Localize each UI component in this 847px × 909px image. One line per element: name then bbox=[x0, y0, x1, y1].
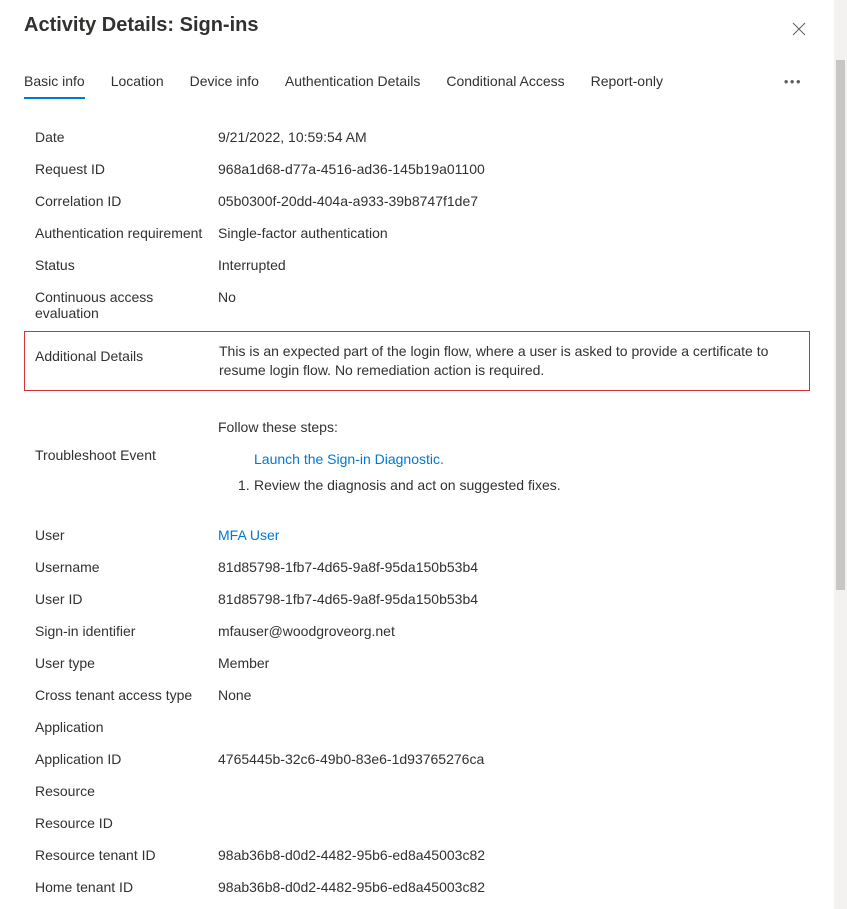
value-date: 9/21/2022, 10:59:54 AM bbox=[218, 129, 810, 145]
row-date: Date 9/21/2022, 10:59:54 AM bbox=[35, 123, 810, 155]
details-panel: Date 9/21/2022, 10:59:54 AM Request ID 9… bbox=[24, 123, 810, 909]
label-application: Application bbox=[35, 719, 218, 735]
label-resource: Resource bbox=[35, 783, 218, 799]
label-application-id: Application ID bbox=[35, 751, 218, 767]
close-button[interactable] bbox=[788, 18, 810, 43]
tab-basic-info[interactable]: Basic info bbox=[24, 73, 85, 99]
row-user-type: User type Member bbox=[35, 649, 810, 681]
row-correlation-id: Correlation ID 05b0300f-20dd-404a-a933-3… bbox=[35, 187, 810, 219]
label-status: Status bbox=[35, 257, 218, 273]
row-home-tenant-id: Home tenant ID 98ab36b8-d0d2-4482-95b6-e… bbox=[35, 873, 810, 905]
label-user: User bbox=[35, 527, 218, 543]
row-application-id: Application ID 4765445b-32c6-49b0-83e6-1… bbox=[35, 745, 810, 777]
user-link[interactable]: MFA User bbox=[218, 527, 279, 543]
value-signin-identifier: mfauser@woodgroveorg.net bbox=[218, 623, 810, 639]
troubleshoot-step-1: Review the diagnosis and act on suggeste… bbox=[254, 477, 810, 493]
label-cae: Continuous access evaluation bbox=[35, 289, 218, 321]
value-request-id: 968a1d68-d77a-4516-ad36-145b19a01100 bbox=[218, 161, 810, 177]
tab-location[interactable]: Location bbox=[111, 73, 164, 99]
row-username: Username 81d85798-1fb7-4d65-9a8f-95da150… bbox=[35, 553, 810, 585]
row-additional-details: Additional Details This is an expected p… bbox=[24, 331, 810, 391]
value-username: 81d85798-1fb7-4d65-9a8f-95da150b53b4 bbox=[218, 559, 810, 575]
label-request-id: Request ID bbox=[35, 161, 218, 177]
scrollbar-track[interactable] bbox=[834, 0, 847, 909]
label-date: Date bbox=[35, 129, 218, 145]
value-user-type: Member bbox=[218, 655, 810, 671]
label-additional-details: Additional Details bbox=[35, 342, 219, 364]
row-user: User MFA User bbox=[35, 521, 810, 553]
close-icon bbox=[792, 22, 806, 36]
launch-diagnostic-link[interactable]: Launch the Sign-in Diagnostic. bbox=[254, 451, 444, 467]
value-user-id: 81d85798-1fb7-4d65-9a8f-95da150b53b4 bbox=[218, 591, 810, 607]
value-auth-requirement: Single-factor authentication bbox=[218, 225, 810, 241]
row-signin-identifier: Sign-in identifier mfauser@woodgroveorg.… bbox=[35, 617, 810, 649]
label-troubleshoot: Troubleshoot Event bbox=[35, 419, 218, 493]
label-correlation-id: Correlation ID bbox=[35, 193, 218, 209]
row-home-tenant-name: Home tenant name bbox=[35, 905, 810, 909]
label-user-type: User type bbox=[35, 655, 218, 671]
row-status: Status Interrupted bbox=[35, 251, 810, 283]
row-cae: Continuous access evaluation No bbox=[35, 283, 810, 327]
tab-report-only[interactable]: Report-only bbox=[591, 73, 663, 99]
value-cross-tenant: None bbox=[218, 687, 810, 703]
row-user-id: User ID 81d85798-1fb7-4d65-9a8f-95da150b… bbox=[35, 585, 810, 617]
tab-authentication-details[interactable]: Authentication Details bbox=[285, 73, 420, 99]
label-cross-tenant: Cross tenant access type bbox=[35, 687, 218, 703]
row-troubleshoot: Troubleshoot Event Follow these steps: L… bbox=[35, 419, 810, 493]
row-resource: Resource bbox=[35, 777, 810, 809]
label-resource-id: Resource ID bbox=[35, 815, 218, 831]
label-auth-requirement: Authentication requirement bbox=[35, 225, 218, 241]
value-resource-tenant-id: 98ab36b8-d0d2-4482-95b6-ed8a45003c82 bbox=[218, 847, 810, 863]
label-signin-identifier: Sign-in identifier bbox=[35, 623, 218, 639]
more-actions-button[interactable]: ••• bbox=[780, 74, 806, 97]
label-home-tenant-id: Home tenant ID bbox=[35, 879, 218, 895]
page-title: Activity Details: Sign-ins bbox=[24, 14, 259, 37]
row-resource-tenant-id: Resource tenant ID 98ab36b8-d0d2-4482-95… bbox=[35, 841, 810, 873]
label-user-id: User ID bbox=[35, 591, 218, 607]
troubleshoot-intro: Follow these steps: bbox=[218, 419, 810, 435]
row-auth-requirement: Authentication requirement Single-factor… bbox=[35, 219, 810, 251]
scrollbar-thumb[interactable] bbox=[836, 60, 845, 590]
row-request-id: Request ID 968a1d68-d77a-4516-ad36-145b1… bbox=[35, 155, 810, 187]
tabs-container: Basic info Location Device info Authenti… bbox=[24, 73, 663, 98]
value-application-id: 4765445b-32c6-49b0-83e6-1d93765276ca bbox=[218, 751, 810, 767]
value-correlation-id: 05b0300f-20dd-404a-a933-39b8747f1de7 bbox=[218, 193, 810, 209]
tab-device-info[interactable]: Device info bbox=[190, 73, 259, 99]
value-home-tenant-id: 98ab36b8-d0d2-4482-95b6-ed8a45003c82 bbox=[218, 879, 810, 895]
value-additional-details: This is an expected part of the login fl… bbox=[219, 342, 799, 380]
tab-conditional-access[interactable]: Conditional Access bbox=[446, 73, 564, 99]
row-resource-id: Resource ID bbox=[35, 809, 810, 841]
row-application: Application bbox=[35, 713, 810, 745]
label-username: Username bbox=[35, 559, 218, 575]
value-status: Interrupted bbox=[218, 257, 810, 273]
value-cae: No bbox=[218, 289, 810, 305]
label-resource-tenant-id: Resource tenant ID bbox=[35, 847, 218, 863]
row-cross-tenant: Cross tenant access type None bbox=[35, 681, 810, 713]
